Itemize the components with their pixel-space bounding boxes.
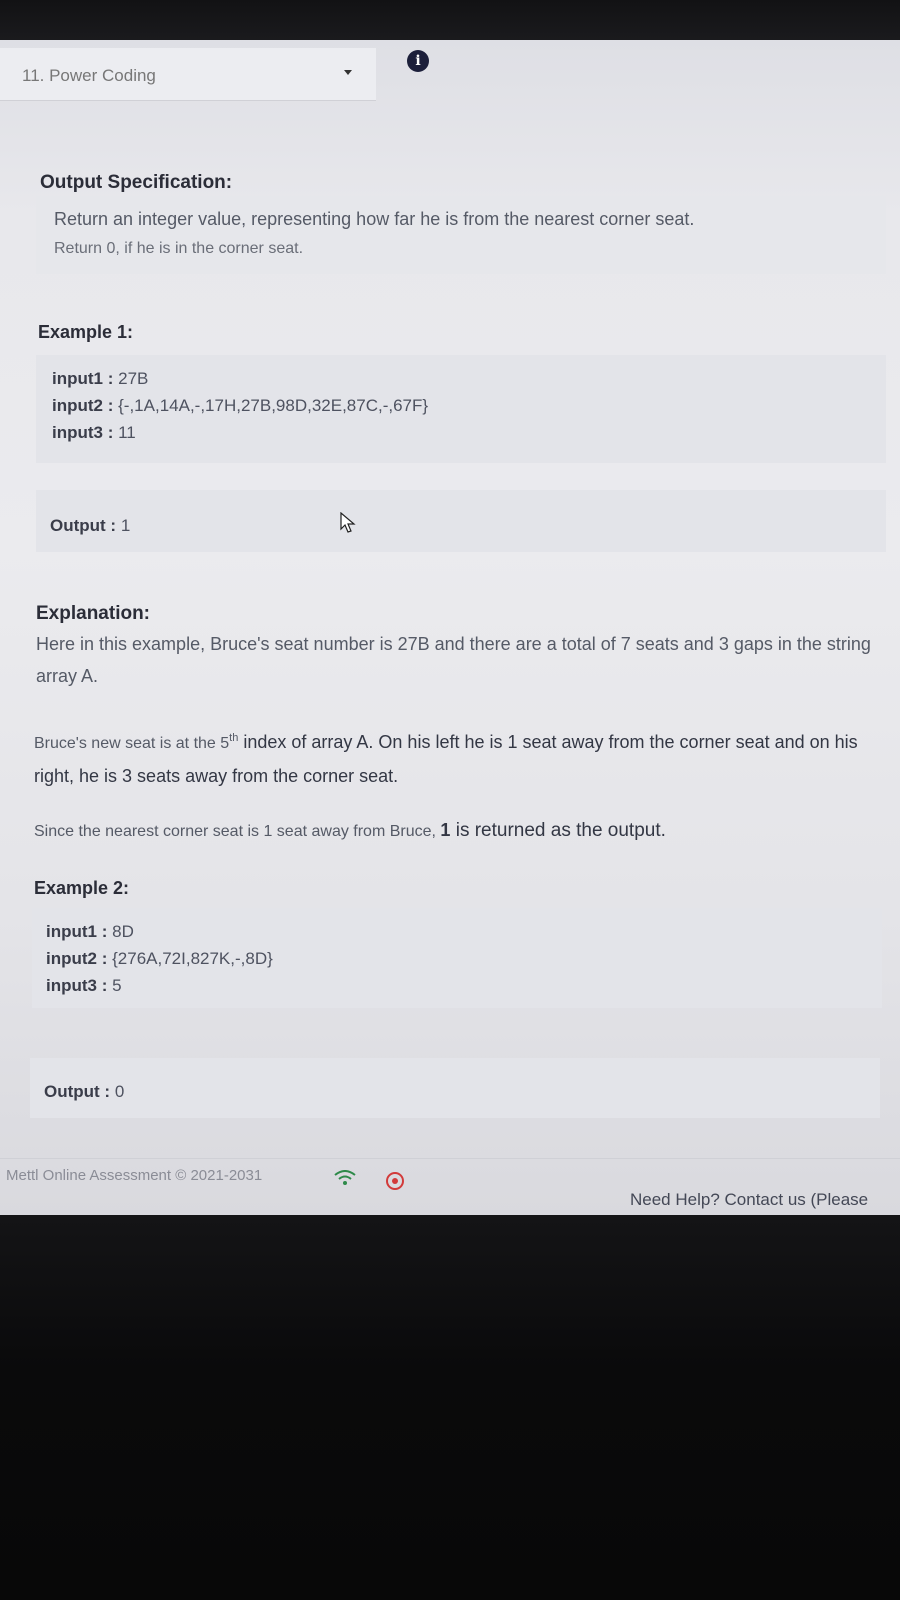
example1-heading: Example 1:: [38, 322, 134, 342]
footer-divider: [0, 1158, 900, 1159]
example1-input2: input2 : {-,1A,14A,-,17H,27B,98D,32E,87C…: [52, 396, 429, 415]
recording-icon: [386, 1172, 404, 1190]
explanation-heading: Explanation:: [36, 603, 151, 624]
example1-output-block: Output : 1: [36, 490, 886, 552]
explanation-paragraph-3: Since the nearest corner seat is 1 seat …: [34, 820, 666, 841]
example1-input1: input1 : 27B: [52, 369, 149, 388]
output-spec-text-2: Return 0, if he is in the corner seat.: [54, 240, 304, 257]
monitor-bezel: [0, 1215, 900, 1600]
help-contact-link[interactable]: Need Help? Contact us (Please: [630, 1190, 868, 1210]
example2-input2: input2 : {276A,72I,827K,-,8D}: [46, 949, 273, 968]
info-icon[interactable]: i: [407, 50, 429, 72]
output-spec-block: Return an integer value, representing ho…: [36, 196, 886, 274]
example2-output-block: Output : 0: [30, 1058, 880, 1118]
assessment-screen: 11. Power Coding i Output Specification:…: [0, 0, 900, 1215]
wifi-icon: [334, 1170, 356, 1185]
example2-input1: input1 : 8D: [46, 922, 134, 941]
example2-heading: Example 2:: [34, 878, 130, 898]
top-bar: [0, 0, 900, 40]
question-title: 11. Power Coding: [22, 66, 156, 85]
chevron-down-icon[interactable]: [344, 70, 352, 75]
output-spec-heading: Output Specification:: [40, 172, 233, 193]
mouse-cursor-icon: [340, 512, 356, 533]
example1-input-block: input1 : 27B input2 : {-,1A,14A,-,17H,27…: [36, 355, 886, 463]
question-selector[interactable]: 11. Power Coding: [0, 48, 376, 101]
explanation-paragraph-1: Here in this example, Bruce's seat numbe…: [36, 634, 871, 686]
footer-copyright: Mettl Online Assessment © 2021-2031: [6, 1167, 263, 1184]
example2-output: Output : 0: [44, 1082, 125, 1101]
example1-input3: input3 : 11: [52, 423, 136, 442]
output-spec-text-1: Return an integer value, representing ho…: [54, 209, 695, 229]
example2-input3: input3 : 5: [46, 976, 122, 995]
explanation-paragraph-2: Bruce's new seat is at the 5th index of …: [34, 732, 858, 786]
example1-output: Output : 1: [50, 516, 131, 535]
example2-input-block: input1 : 8D input2 : {276A,72I,827K,-,8D…: [32, 908, 882, 1008]
